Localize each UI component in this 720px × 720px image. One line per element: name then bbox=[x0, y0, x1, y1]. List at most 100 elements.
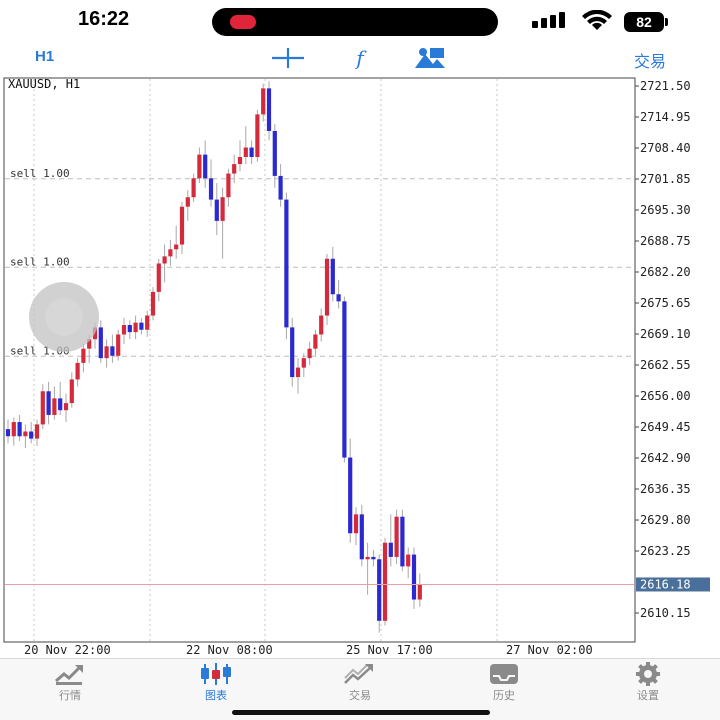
candle-body bbox=[237, 156, 243, 165]
price-tick-label: 2708.40 bbox=[640, 141, 691, 155]
candle-body bbox=[197, 154, 202, 179]
tab-label: 历史 bbox=[493, 690, 515, 702]
tab-label: 行情 bbox=[59, 690, 81, 702]
candle-body bbox=[353, 514, 359, 534]
candle-body bbox=[417, 584, 422, 600]
candle-body bbox=[174, 244, 179, 250]
candle-body bbox=[255, 114, 260, 157]
price-tick-label: 2629.80 bbox=[640, 513, 691, 527]
candle-body bbox=[29, 431, 34, 439]
price-tick-label: 2623.25 bbox=[640, 544, 691, 558]
time-tick-label: 22 Nov 08:00 bbox=[186, 643, 273, 657]
price-tick-label: 2636.35 bbox=[640, 482, 691, 496]
candle-body bbox=[150, 291, 156, 316]
tab-trade[interactable]: 交易 bbox=[310, 659, 410, 703]
candle-body bbox=[284, 199, 289, 328]
tab-chart[interactable]: 图表 bbox=[166, 659, 266, 703]
price-tick-label: 2721.50 bbox=[640, 79, 691, 93]
tab-quotes[interactable]: 行情 bbox=[20, 659, 120, 703]
tab-label: 交易 bbox=[349, 690, 371, 702]
candle-body bbox=[365, 556, 370, 560]
candle-body bbox=[116, 334, 121, 356]
candle-body bbox=[324, 258, 330, 316]
status-time: 16:22 bbox=[78, 8, 130, 30]
candle-body bbox=[307, 348, 312, 359]
cellular-signal-icon bbox=[532, 12, 565, 28]
price-chart[interactable]: sell 1.00sell 1.00sell 1.00 2721.502714.… bbox=[0, 76, 720, 658]
price-tick-label: 2695.30 bbox=[640, 203, 691, 217]
candle-body bbox=[301, 358, 306, 368]
current-price-tag: 2616.18 bbox=[5, 577, 710, 592]
trade-icon bbox=[344, 664, 373, 684]
price-tick-label: 2656.00 bbox=[640, 389, 691, 403]
candle-body bbox=[319, 315, 324, 335]
trade-button[interactable]: 交易 bbox=[634, 48, 666, 72]
candle-body bbox=[156, 263, 161, 292]
candle-body bbox=[52, 398, 57, 415]
price-tick-label: 2688.75 bbox=[640, 234, 691, 248]
vertical-grid bbox=[33, 79, 498, 641]
candle-body bbox=[382, 542, 388, 621]
candle-body bbox=[104, 346, 109, 359]
crosshair-icon[interactable] bbox=[270, 44, 306, 72]
candle-body bbox=[388, 542, 393, 557]
candle-body bbox=[46, 391, 51, 415]
candle-body bbox=[127, 325, 132, 333]
phone-screen: 16:22 82 H1 f 交易 sell 1.00 sell 1.00 sell … bbox=[0, 0, 720, 720]
order-line-label: sell 1.00 bbox=[10, 255, 70, 268]
candle-body bbox=[220, 197, 225, 221]
candle-body bbox=[5, 429, 11, 437]
candle-body bbox=[226, 173, 231, 198]
wifi-icon bbox=[582, 10, 612, 30]
candle-body bbox=[75, 362, 80, 380]
candle-body bbox=[348, 457, 353, 534]
candle-body bbox=[336, 294, 341, 302]
settings-icon bbox=[636, 662, 660, 686]
tab-label: 图表 bbox=[205, 690, 227, 702]
candle-body bbox=[11, 422, 16, 437]
candle-body bbox=[278, 175, 283, 200]
candle-body bbox=[179, 206, 185, 245]
indicators-icon[interactable]: f bbox=[342, 44, 378, 72]
candle-body bbox=[145, 315, 150, 330]
timeframe-button[interactable]: H1 bbox=[35, 48, 54, 65]
battery-level: 82 bbox=[624, 12, 664, 32]
candle-body bbox=[69, 379, 74, 404]
candle-body bbox=[232, 164, 237, 174]
price-tick-label: 2682.20 bbox=[640, 265, 691, 279]
candle-body bbox=[411, 554, 417, 600]
price-tick-label: 2662.55 bbox=[640, 358, 691, 372]
price-tick-label: 2610.15 bbox=[640, 606, 691, 620]
current-price-label: 2616.18 bbox=[640, 577, 691, 591]
candle-body bbox=[162, 256, 167, 264]
price-tick-label: 2649.45 bbox=[640, 420, 691, 434]
price-tick-label: 2675.65 bbox=[640, 296, 691, 310]
candle-body bbox=[406, 554, 411, 567]
tab-history[interactable]: 历史 bbox=[454, 659, 554, 703]
candle-body bbox=[261, 88, 266, 115]
candle-body bbox=[214, 199, 219, 221]
time-tick-label: 27 Nov 02:00 bbox=[506, 643, 593, 657]
chart-frame bbox=[3, 77, 636, 643]
dynamic-island bbox=[212, 8, 498, 36]
symbol-label: XAUUSD, H1 bbox=[8, 77, 80, 91]
objects-icon[interactable] bbox=[412, 44, 448, 72]
candle-body bbox=[359, 514, 364, 560]
candle-body bbox=[295, 367, 301, 378]
candle-body bbox=[342, 301, 347, 458]
recording-indicator-icon bbox=[230, 15, 256, 29]
price-tick-label: 2701.85 bbox=[640, 172, 691, 186]
history-icon bbox=[490, 664, 518, 684]
chart-candles-icon bbox=[201, 663, 231, 685]
tab-settings[interactable]: 设置 bbox=[598, 659, 698, 703]
candle-body bbox=[243, 147, 248, 157]
order-line-label: sell 1.00 bbox=[10, 167, 70, 180]
battery-icon: 82 bbox=[624, 12, 668, 32]
candle-body bbox=[110, 346, 115, 356]
candle-body bbox=[203, 154, 208, 179]
candle-body bbox=[290, 327, 295, 378]
candle-body bbox=[58, 398, 63, 411]
candle-body bbox=[40, 391, 45, 425]
candle-body bbox=[266, 88, 272, 131]
candle-body bbox=[63, 403, 69, 411]
